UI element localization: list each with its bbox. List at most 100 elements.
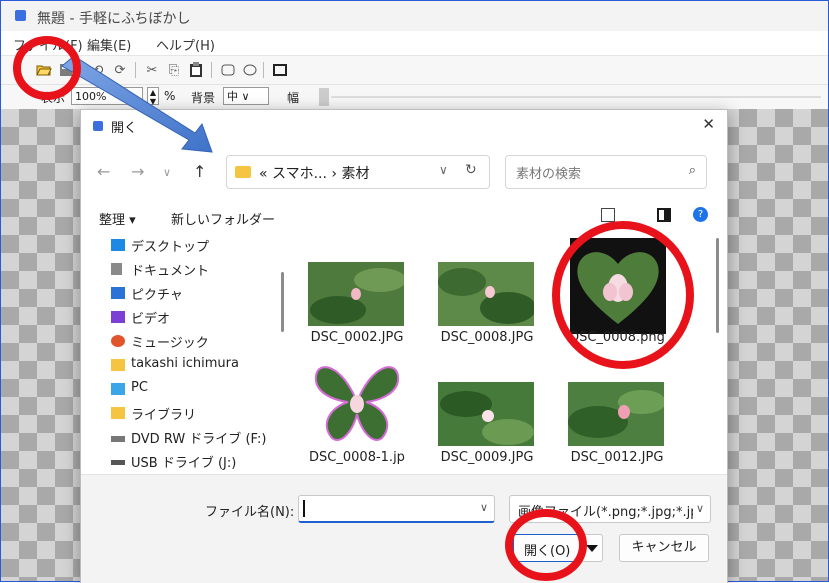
library-icon	[111, 407, 125, 419]
toolbar-separator	[263, 62, 264, 78]
dialog-title-bar: 開く ✕	[81, 110, 727, 140]
toolbar-separator	[135, 62, 136, 78]
butterfly-lotus-thumbnail	[312, 358, 402, 446]
lotus-photo-thumbnail	[308, 262, 404, 326]
cancel-button[interactable]: キャンセル	[619, 534, 709, 562]
chevron-down-icon[interactable]: ∨	[480, 501, 488, 514]
width-slider-thumb[interactable]	[319, 88, 329, 106]
address-path: « スマホ... › 素材	[259, 166, 370, 182]
window-title: 無題 - 手軽にふちぼかし	[37, 11, 191, 27]
nav-label: USB ドライブ (J:)	[131, 456, 237, 471]
redo-icon[interactable]: ⟳	[111, 61, 129, 79]
filetype-value: 画像ファイル(*.png;*.jpg;*.jp	[518, 505, 693, 520]
file-item[interactable]: DSC_0008.JPG	[422, 232, 552, 350]
background-select[interactable]: 中 ∨	[223, 87, 269, 105]
navigation-pane: デスクトップ ドキュメント ピクチャ ビデオ ミュージック takashi ic…	[81, 232, 291, 474]
nav-label: PC	[131, 380, 148, 395]
cut-icon[interactable]: ✂	[143, 61, 161, 79]
lotus-photo-thumbnail	[438, 262, 534, 326]
dialog-footer: ファイル名(N): ∨ 画像ファイル(*.png;*.jpg;*.jp ∨ 開く…	[81, 474, 727, 583]
toolbar-separator	[211, 62, 212, 78]
file-name: DSC_0008.png	[569, 330, 665, 345]
nav-scrollbar[interactable]	[281, 272, 284, 332]
dvd-drive-icon	[111, 436, 125, 442]
pictures-icon	[111, 287, 125, 299]
help-icon[interactable]: ?	[693, 207, 708, 222]
open-button[interactable]: 開く(O)	[513, 534, 581, 562]
document-icon	[111, 263, 122, 275]
file-list-pane: DSC_0002.JPG DSC_0008.JPG DSC_0008.png D…	[291, 232, 727, 474]
filename-label: ファイル名(N):	[205, 505, 295, 520]
file-name: DSC_0008-1.jp	[309, 450, 405, 465]
organize-button[interactable]: 整理 ▾	[99, 209, 136, 228]
paste-icon[interactable]	[187, 61, 205, 79]
open-button-label: 開く(O)	[524, 544, 571, 559]
main-toolbar: ⟲ ⟳ ✂ ⎘	[1, 56, 828, 85]
close-icon[interactable]: ✕	[702, 115, 715, 133]
copy-icon[interactable]: ⎘	[165, 61, 183, 79]
file-name: DSC_0009.JPG	[440, 450, 534, 465]
open-folder-icon[interactable]	[35, 61, 53, 79]
zoom-spinner[interactable]: ▲ ▼	[147, 87, 159, 106]
menu-help[interactable]: ヘルプ(H)	[156, 35, 215, 54]
file-name: DSC_0012.JPG	[570, 450, 664, 465]
rect-icon[interactable]	[271, 61, 289, 79]
chevron-down-icon: ∨	[695, 502, 704, 515]
view-mode-icon[interactable]	[601, 208, 615, 222]
refresh-icon[interactable]: ↻	[465, 162, 477, 178]
desktop-icon	[111, 239, 125, 251]
dropdown-triangle-icon	[586, 545, 598, 552]
zoom-select[interactable]: 100%	[71, 87, 143, 105]
toolbar-separator	[81, 62, 82, 78]
nav-label: DVD RW ドライブ (F:)	[131, 432, 267, 447]
nav-label: takashi ichimura	[131, 356, 239, 371]
nav-label: ビデオ	[131, 312, 171, 327]
percent-label: %	[164, 89, 176, 103]
width-label: 幅	[287, 91, 300, 105]
undo-icon[interactable]: ⟲	[89, 61, 107, 79]
menu-file[interactable]: ファイル(F)	[13, 35, 83, 54]
zoom-value: 100%	[75, 90, 107, 103]
nav-label: ピクチャ	[131, 288, 183, 303]
menu-edit[interactable]: 編集(E)	[87, 35, 131, 54]
folder-icon	[235, 166, 251, 178]
text-caret	[303, 500, 305, 517]
lotus-photo-thumbnail	[438, 382, 534, 446]
up-arrow-icon[interactable]: ↑	[193, 162, 206, 181]
open-options-dropdown[interactable]	[581, 534, 603, 562]
preview-pane-icon[interactable]	[657, 208, 671, 222]
dialog-app-icon	[93, 121, 103, 131]
address-bar[interactable]: « スマホ... › 素材 ∨ ↻	[226, 155, 490, 189]
background-label: 背景	[191, 91, 216, 105]
search-input[interactable]: 素材の検索 ⌕	[505, 155, 707, 189]
filetype-select[interactable]: 画像ファイル(*.png;*.jpg;*.jp ∨	[509, 495, 711, 523]
filename-field[interactable]: ∨	[298, 495, 495, 523]
file-item[interactable]: DSC_0008.png	[552, 232, 682, 350]
title-bar: 無題 - 手軽にふちぼかし	[1, 1, 828, 31]
app-icon	[15, 10, 26, 21]
file-scrollbar[interactable]	[716, 238, 719, 333]
file-item[interactable]: DSC_0002.JPG	[292, 232, 422, 350]
nav-label: ミュージック	[131, 336, 209, 351]
nav-label: ライブラリ	[131, 408, 197, 423]
back-arrow-icon[interactable]: ←	[97, 162, 110, 181]
forward-arrow-icon[interactable]: →	[131, 162, 144, 181]
new-folder-button[interactable]: 新しいフォルダー	[171, 209, 275, 228]
search-icon: ⌕	[688, 163, 696, 178]
file-item[interactable]: DSC_0009.JPG	[422, 352, 552, 470]
recent-chevron-icon[interactable]: ∨	[163, 166, 171, 179]
settings-toolbar: 表示 100% ▲ ▼ % 背景 中 ∨ 幅	[1, 85, 828, 109]
rounded-rect-icon[interactable]	[219, 61, 237, 79]
search-placeholder: 素材の検索	[516, 167, 582, 182]
zoom-label: 表示	[41, 91, 66, 105]
ellipse-icon[interactable]	[241, 61, 259, 79]
file-item[interactable]: DSC_0012.JPG	[552, 352, 682, 470]
heart-lotus-thumbnail	[570, 238, 666, 334]
file-name: DSC_0002.JPG	[310, 330, 404, 345]
width-slider-track[interactable]	[331, 96, 821, 98]
background-value: 中	[227, 90, 238, 103]
file-item[interactable]: DSC_0008-1.jp	[292, 352, 422, 470]
menu-bar: ファイル(F) 編集(E) ヘルプ(H)	[1, 31, 828, 56]
save-icon[interactable]	[57, 61, 75, 79]
chevron-down-icon[interactable]: ∨	[439, 163, 448, 177]
